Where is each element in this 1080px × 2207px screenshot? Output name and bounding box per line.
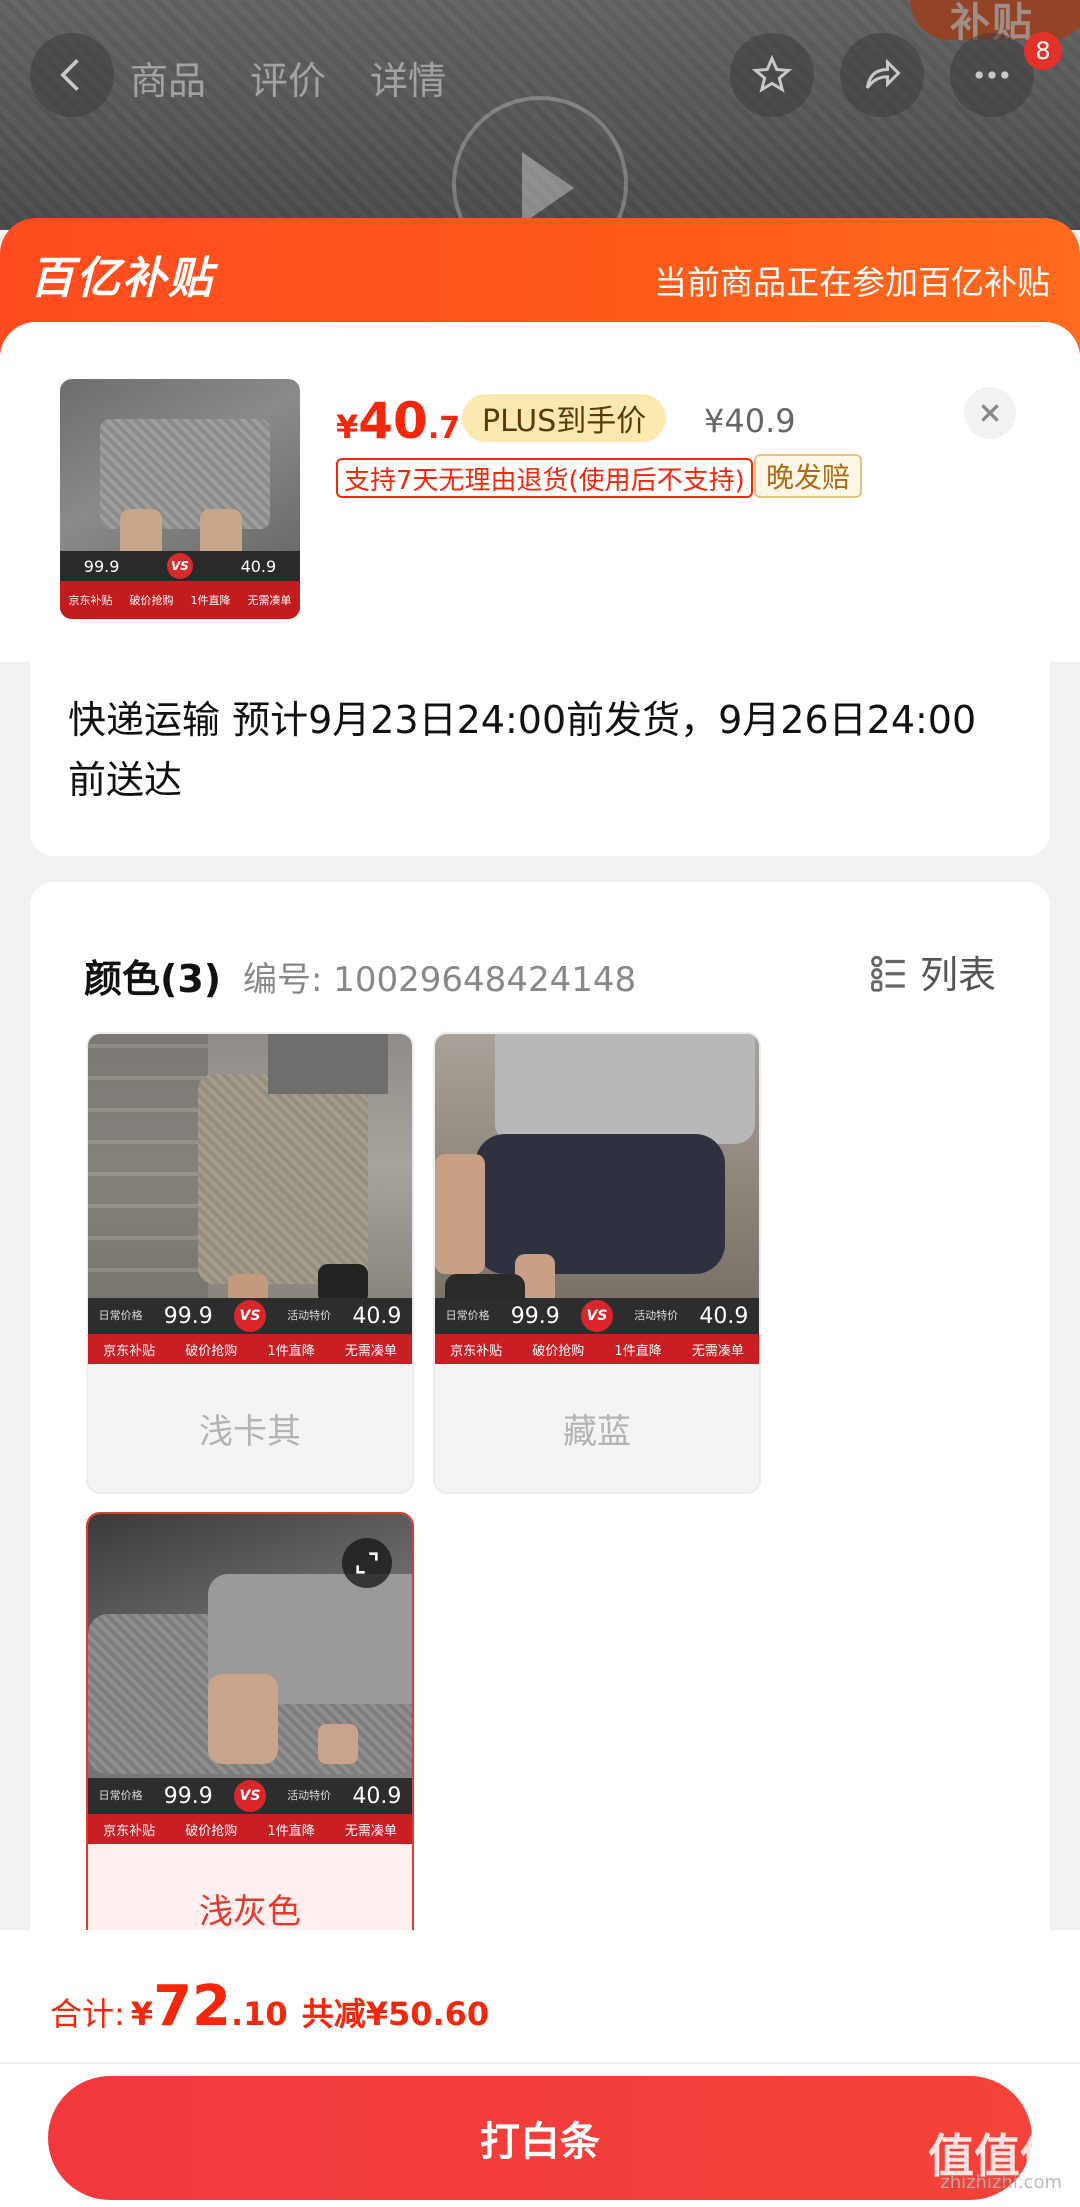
variant-light-gray[interactable]: 日常价格 99.9 VS 活动特价 40.9 京东补贴 破价抢购 1件直降 无需… — [86, 1512, 414, 1974]
expand-icon — [356, 1552, 378, 1574]
back-button[interactable] — [30, 33, 114, 117]
total-summary: 合计: ¥ 72 .10 共减¥50.60 — [50, 1974, 490, 2039]
thumb-price-strip: 99.9 VS 40.9 京东补贴 破价抢购 1件直降 无需凑单 — [60, 551, 300, 619]
close-icon — [981, 404, 999, 422]
share-icon — [865, 58, 901, 89]
list-view-toggle[interactable]: 列表 — [868, 944, 996, 999]
variant-price-strip: 日常价格 99.9 VS 活动特价 40.9 京东补贴 破价抢购 1件直降 无需… — [88, 1298, 412, 1364]
subsidy-logo: 百亿补贴 — [30, 253, 214, 304]
variant-label: 浅卡其 — [199, 1411, 301, 1452]
tab-details[interactable]: 详情 — [370, 50, 446, 105]
close-button[interactable] — [964, 387, 1016, 439]
return-policy-tag: 支持7天无理由退货(使用后不支持) — [336, 458, 753, 498]
shipping-estimate: 快递运输 预计9月23日24:00前发货，9月26日24:00前送达 — [68, 698, 977, 802]
tab-product[interactable]: 商品 — [130, 50, 206, 105]
product-header: 99.9 VS 40.9 京东补贴 破价抢购 1件直降 无需凑单 ¥40.7 P… — [0, 322, 1080, 662]
plus-price-tag: PLUS到手价 — [462, 394, 667, 442]
list-view-label: 列表 — [919, 953, 996, 997]
favorite-button[interactable] — [730, 33, 814, 117]
vs-badge: VS — [166, 553, 193, 579]
more-dots-icon — [975, 71, 1009, 79]
pay-with-baitiao-button[interactable]: 打白条 — [48, 2076, 1032, 2200]
total-amount: 72 — [153, 1974, 231, 2039]
checkout-bar: 合计: ¥ 72 .10 共减¥50.60 打白条 — [0, 1930, 1080, 2207]
expand-image-button[interactable] — [342, 1538, 392, 1588]
play-icon — [522, 152, 574, 224]
color-spec-card: 颜色(3) 编号: 10029648424148 列表 日常价格 99.9 VS… — [30, 882, 1050, 1982]
vs-badge: VS — [580, 1300, 613, 1332]
more-button[interactable] — [950, 33, 1034, 117]
shipping-card: 快递运输 预计9月23日24:00前发货，9月26日24:00前送达 — [30, 654, 1050, 856]
current-price: ¥40.7 — [336, 392, 461, 450]
tab-reviews[interactable]: 评价 — [250, 50, 326, 105]
variant-label: 藏蓝 — [563, 1411, 631, 1452]
total-savings: 共减¥50.60 — [301, 1995, 490, 2033]
variant-image: 日常价格 99.9 VS 活动特价 40.9 京东补贴 破价抢购 1件直降 无需… — [88, 1514, 412, 1844]
share-button[interactable] — [840, 33, 924, 117]
divider — [0, 2062, 1080, 2064]
late-compensation-tag: 晚发赔 — [754, 454, 863, 498]
list-icon — [871, 955, 905, 992]
variant-price-strip: 日常价格 99.9 VS 活动特价 40.9 京东补贴 破价抢购 1件直降 无需… — [435, 1298, 759, 1364]
star-icon — [751, 54, 793, 93]
vs-badge: VS — [233, 1780, 266, 1812]
watermark-site: zhizhizhi.com — [940, 2172, 1062, 2193]
variant-image: 日常价格 99.9 VS 活动特价 40.9 京东补贴 破价抢购 1件直降 无需… — [88, 1034, 412, 1364]
product-thumbnail[interactable]: 99.9 VS 40.9 京东补贴 破价抢购 1件直降 无需凑单 — [60, 379, 300, 619]
more-badge-count: 8 — [1024, 32, 1062, 70]
variant-image: 日常价格 99.9 VS 活动特价 40.9 京东补贴 破价抢购 1件直降 无需… — [435, 1034, 759, 1364]
background-product-page: 补贴 商品 评价 详情 8 — [0, 0, 1080, 230]
variant-price-strip: 日常价格 99.9 VS 活动特价 40.9 京东补贴 破价抢购 1件直降 无需… — [88, 1778, 412, 1844]
back-arrow-icon — [60, 59, 79, 91]
total-label: 合计: — [50, 1995, 125, 2033]
watermark-logo: 值值值 zhizhizhi.com — [928, 2129, 1066, 2193]
color-section-title: 颜色(3) — [84, 957, 222, 1001]
vs-badge: VS — [233, 1300, 266, 1332]
subsidy-note: 当前商品正在参加百亿补贴 — [654, 263, 1050, 302]
sku-selector-panel: 99.9 VS 40.9 京东补贴 破价抢购 1件直降 无需凑单 ¥40.7 P… — [0, 322, 1080, 1982]
variant-light-khaki[interactable]: 日常价格 99.9 VS 活动特价 40.9 京东补贴 破价抢购 1件直降 无需… — [86, 1032, 414, 1494]
original-price: ¥40.9 — [704, 402, 796, 440]
product-code: 编号: 10029648424148 — [243, 960, 637, 1000]
variant-navy[interactable]: 日常价格 99.9 VS 活动特价 40.9 京东补贴 破价抢购 1件直降 无需… — [433, 1032, 761, 1494]
background-tabs: 商品 评价 详情 — [130, 50, 446, 105]
